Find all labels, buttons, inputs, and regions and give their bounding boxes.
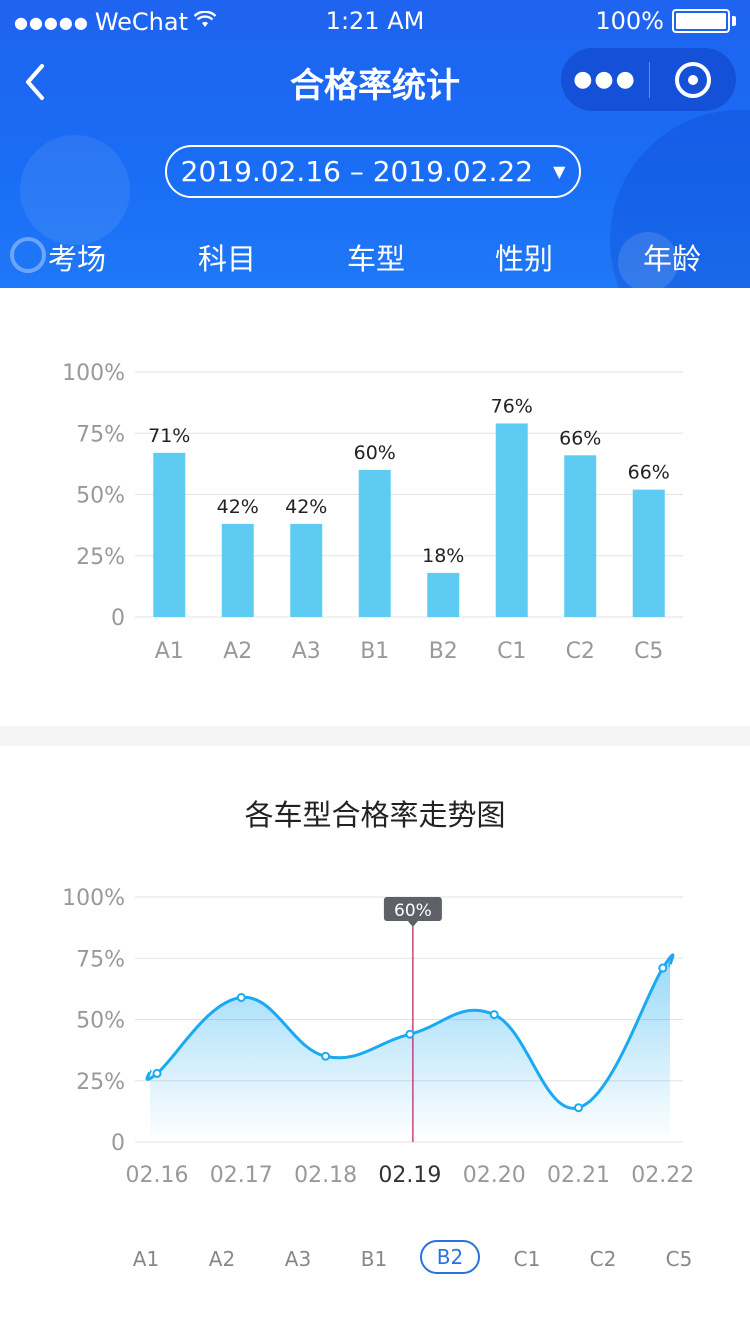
x-tick-label: B1 xyxy=(360,639,389,664)
x-tick-label: 02.17 xyxy=(210,1163,273,1188)
bar-value-label: 66% xyxy=(628,462,670,484)
x-tick-label: 02.16 xyxy=(126,1163,189,1188)
bar-value-label: 71% xyxy=(148,425,190,447)
x-tick-label: C2 xyxy=(566,639,595,664)
y-tick-label: 100% xyxy=(62,886,125,911)
x-tick-label: 02.18 xyxy=(294,1163,357,1188)
bar-chart-section: 100% 75% 50% 25% 0 71% A1 42% A2 42% A3 60% B1 18% B2 7… xyxy=(0,288,750,726)
y-tick-label: 75% xyxy=(76,422,125,447)
mini-program-capsule: ●●● xyxy=(561,48,736,111)
caret-down-icon: ▼ xyxy=(553,162,566,181)
bar-value-label: 66% xyxy=(559,427,601,449)
tab-subject[interactable]: 科目 xyxy=(167,236,287,278)
legend-item-b2[interactable]: B2 xyxy=(420,1240,480,1274)
close-miniprogram-button[interactable] xyxy=(650,61,736,98)
bar xyxy=(427,572,460,617)
section-divider xyxy=(0,726,750,746)
legend-item-a1[interactable]: A1 xyxy=(116,1244,176,1274)
vehicle-type-legend: A1 A2 A3 B1 B2 C1 C2 C5 xyxy=(0,1240,750,1280)
bar xyxy=(632,489,665,617)
data-point xyxy=(574,1103,583,1113)
bar-value-label: 42% xyxy=(285,496,327,518)
battery-percent: 100% xyxy=(595,7,664,35)
bar xyxy=(153,452,186,617)
y-tick-label: 75% xyxy=(76,947,125,972)
bar-chart: 100% 75% 50% 25% 0 71% A1 42% A2 42% A3 60% B1 18% B2 7… xyxy=(62,361,683,664)
bar xyxy=(290,523,323,617)
y-tick-label: 0 xyxy=(111,1131,125,1156)
data-point xyxy=(152,1068,162,1078)
tab-bar: 考场 科目 车型 性别 年龄 xyxy=(0,232,750,288)
tab-gender[interactable]: 性别 xyxy=(464,236,584,278)
x-tick-label: 02.21 xyxy=(547,1163,610,1188)
x-tick-label: B2 xyxy=(429,639,458,664)
legend-item-c5[interactable]: C5 xyxy=(649,1244,709,1274)
bar xyxy=(358,470,391,617)
x-tick-label: A1 xyxy=(155,639,184,664)
y-tick-label: 25% xyxy=(76,1070,125,1095)
legend-item-c2[interactable]: C2 xyxy=(573,1244,633,1274)
data-point xyxy=(405,1029,415,1039)
y-tick-label: 25% xyxy=(76,545,125,570)
bar-value-label: 60% xyxy=(354,442,396,464)
date-range-text: 2019.02.16 – 2019.02.22 xyxy=(180,155,534,188)
x-tick-label: 02.20 xyxy=(463,1163,526,1188)
tab-exam-site[interactable]: 考场 xyxy=(17,236,137,278)
status-right: 100% xyxy=(595,7,736,35)
bar xyxy=(564,455,597,617)
status-bar: ●●●●● WeChat 1:21 AM 100% xyxy=(0,0,750,40)
data-point xyxy=(321,1051,331,1061)
target-icon xyxy=(675,61,711,98)
tooltip-label: 60% xyxy=(394,901,432,921)
battery-cap xyxy=(732,16,736,26)
more-button[interactable]: ●●● xyxy=(561,67,649,92)
more-dots-icon: ●●● xyxy=(573,67,637,92)
date-range-picker[interactable]: 2019.02.16 – 2019.02.22 ▼ xyxy=(165,145,581,198)
bar-value-label: 76% xyxy=(491,395,533,417)
tab-vehicle-type[interactable]: 车型 xyxy=(316,236,436,278)
legend-item-a3[interactable]: A3 xyxy=(268,1244,328,1274)
x-tick-label: A2 xyxy=(223,639,252,664)
tooltip-pointer xyxy=(407,921,418,927)
data-point xyxy=(658,963,668,973)
tab-age[interactable]: 年龄 xyxy=(612,236,732,278)
y-tick-label: 0 xyxy=(111,606,125,631)
y-tick-label: 50% xyxy=(76,484,125,509)
x-tick-label: A3 xyxy=(292,639,321,664)
bar xyxy=(221,523,254,617)
area-fill xyxy=(147,954,673,1142)
trend-chart-section: 各车型合格率走势图 100% 75% 50% 25% 0 60% 02.16 02.17 02.… xyxy=(0,746,750,1334)
battery-icon xyxy=(672,9,730,33)
bar-value-label: 18% xyxy=(422,545,464,567)
data-point xyxy=(236,992,246,1002)
bar xyxy=(495,423,528,617)
legend-item-c1[interactable]: C1 xyxy=(497,1244,557,1274)
header: ●●●●● WeChat 1:21 AM 100% 合格率统计 ●●● 2019… xyxy=(0,0,750,288)
y-tick-label: 100% xyxy=(62,361,125,386)
x-tick-label: 02.19 xyxy=(378,1163,441,1188)
decor-circle xyxy=(20,135,130,245)
bar-value-label: 42% xyxy=(217,496,259,518)
legend-item-a2[interactable]: A2 xyxy=(192,1244,252,1274)
trend-chart: 100% 75% 50% 25% 0 60% 02.16 02.17 02.18 02.19 02.… xyxy=(62,886,694,1188)
x-tick-label: C1 xyxy=(497,639,526,664)
legend-item-b1[interactable]: B1 xyxy=(344,1244,404,1274)
x-tick-label: C5 xyxy=(634,639,663,664)
x-tick-label: 02.22 xyxy=(631,1163,694,1188)
y-tick-label: 50% xyxy=(76,1009,125,1034)
data-point xyxy=(489,1010,499,1020)
